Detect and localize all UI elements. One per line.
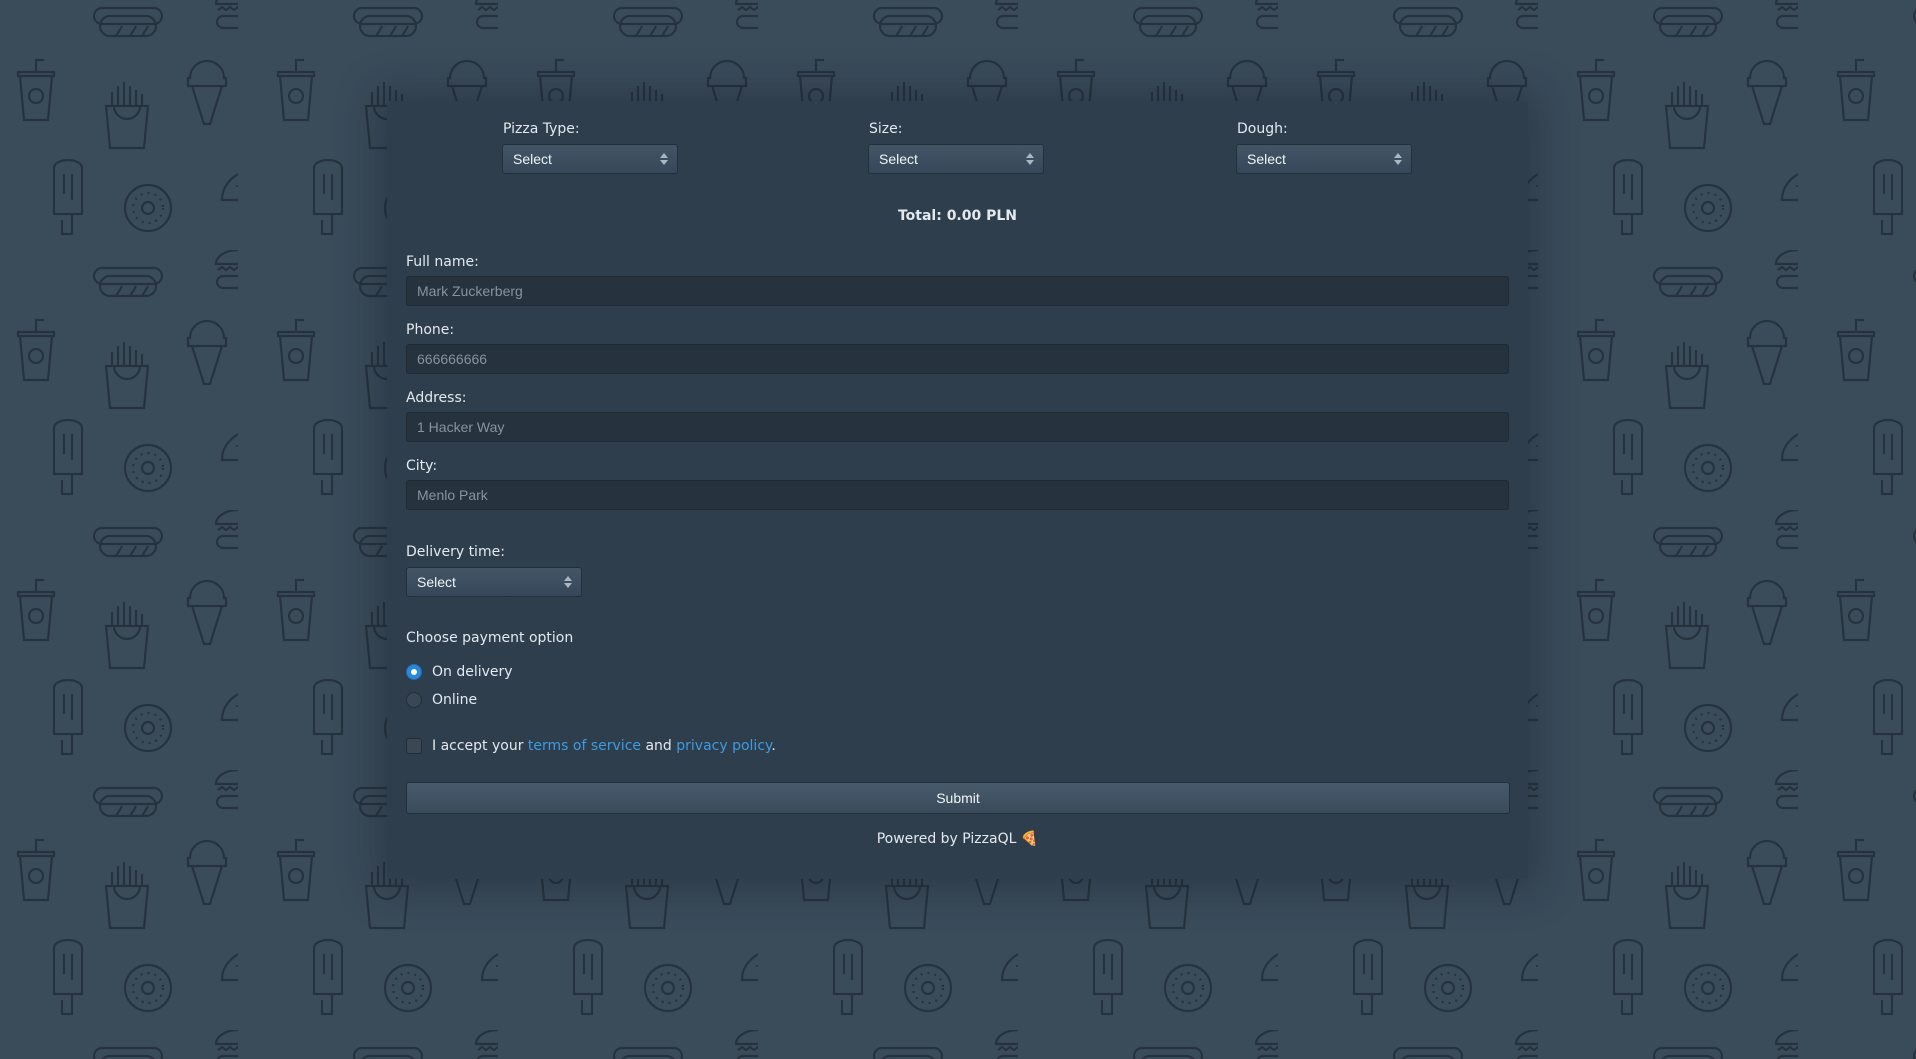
select-arrows-icon — [660, 153, 668, 165]
terms-suffix: . — [771, 738, 776, 754]
payment-option-online[interactable]: Online — [406, 692, 606, 710]
terms-middle: and — [641, 738, 677, 754]
submit-button[interactable]: Submit — [406, 782, 1510, 814]
select-arrows-icon — [564, 576, 572, 588]
radio-label-online: Online — [432, 692, 478, 708]
select-arrows-icon — [1026, 153, 1034, 165]
pizza-type-select[interactable]: Select — [502, 144, 678, 174]
dough-label: Dough: — [1237, 121, 1288, 137]
terms-acceptance: I accept your terms of service and priva… — [406, 738, 1006, 756]
pizza-type-value: Select — [513, 151, 552, 167]
order-form-card: Pizza Type: Select Size: Select Dough: S… — [387, 101, 1528, 879]
city-placeholder: Menlo Park — [417, 487, 488, 503]
size-label: Size: — [869, 121, 903, 137]
dough-select[interactable]: Select — [1236, 144, 1412, 174]
size-value: Select — [879, 151, 918, 167]
city-input[interactable]: Menlo Park — [406, 480, 1509, 510]
radio-online[interactable] — [406, 692, 422, 708]
delivery-time-value: Select — [417, 574, 456, 590]
phone-label: Phone: — [406, 322, 455, 338]
phone-placeholder: 666666666 — [417, 351, 488, 367]
city-label: City: — [406, 458, 438, 474]
address-input[interactable]: 1 Hacker Way — [406, 412, 1509, 442]
order-total: Total: 0.00 PLN — [897, 208, 1018, 224]
radio-on-delivery[interactable] — [406, 664, 422, 680]
terms-checkbox[interactable] — [406, 738, 422, 754]
terms-of-service-link[interactable]: terms of service — [528, 738, 641, 754]
terms-prefix: I accept your — [432, 738, 528, 754]
select-arrows-icon — [1394, 153, 1402, 165]
terms-text: I accept your terms of service and priva… — [432, 738, 776, 754]
full-name-label: Full name: — [406, 254, 479, 270]
full-name-placeholder: Mark Zuckerberg — [417, 283, 523, 299]
delivery-time-select[interactable]: Select — [406, 567, 582, 597]
address-label: Address: — [406, 390, 467, 406]
footer: Powered by PizzaQL 🍕 — [387, 831, 1528, 847]
privacy-policy-link[interactable]: privacy policy — [676, 738, 771, 754]
payment-option-title: Choose payment option — [406, 630, 574, 646]
footer-text: Powered by PizzaQL — [876, 831, 1017, 847]
pizza-type-label: Pizza Type: — [503, 121, 580, 137]
phone-input[interactable]: 666666666 — [406, 344, 1509, 374]
address-placeholder: 1 Hacker Way — [417, 419, 505, 435]
delivery-time-label: Delivery time: — [406, 544, 505, 560]
full-name-input[interactable]: Mark Zuckerberg — [406, 276, 1509, 306]
dough-value: Select — [1247, 151, 1286, 167]
pizza-icon: 🍕 — [1020, 831, 1039, 847]
payment-option-on-delivery[interactable]: On delivery — [406, 664, 606, 682]
size-select[interactable]: Select — [868, 144, 1044, 174]
radio-label-on-delivery: On delivery — [432, 664, 513, 680]
